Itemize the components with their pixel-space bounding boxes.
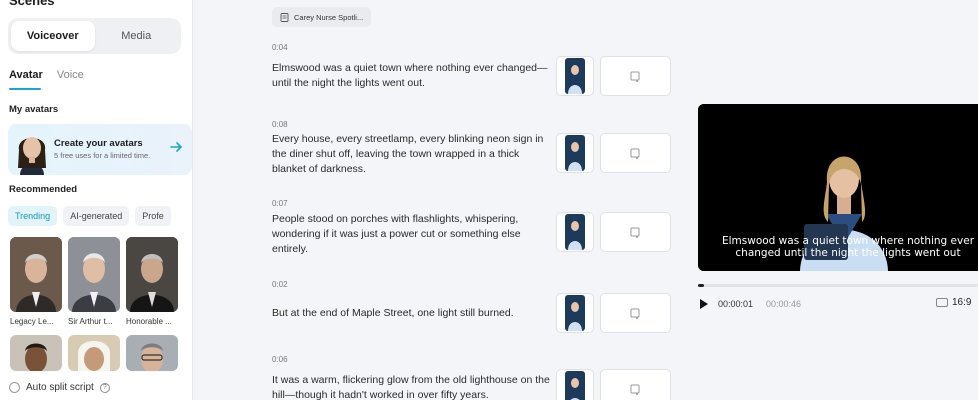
add-media-button[interactable] [600, 293, 671, 333]
scene-avatar-thumbnail[interactable] [556, 212, 594, 252]
add-media-button[interactable] [600, 369, 671, 400]
avatar-name: Sir Arthur t... [68, 317, 113, 326]
avatar-portrait-icon [126, 237, 178, 312]
chip-professional[interactable]: Profe [135, 206, 171, 226]
playback-progress-fill [698, 284, 704, 287]
script-file-label: Carey Nurse Spotli... [294, 12, 364, 22]
add-media-button[interactable] [600, 56, 671, 96]
avatar-name: Honorable ... [126, 317, 172, 326]
document-icon [280, 12, 289, 22]
auto-split-radio[interactable] [9, 382, 20, 393]
avatar-portrait-icon [565, 295, 585, 331]
scene-script-text[interactable]: Every house, every streetlamp, every bli… [272, 132, 552, 177]
aspect-ratio-icon [936, 298, 948, 307]
scene-script-text[interactable]: People stood on porches with flashlights… [272, 212, 552, 257]
add-media-icon [630, 308, 640, 319]
active-tab-indicator [9, 88, 41, 90]
scene-avatar-thumbnail[interactable] [556, 369, 594, 400]
avatar-name: Legacy Le... [10, 317, 54, 326]
playback-progress-bar[interactable] [698, 284, 978, 287]
avatar-portrait-icon [68, 237, 120, 312]
scene-duration: 0:06 [272, 355, 288, 364]
scene-row[interactable]: 0:06 It was a warm, flickering glow from… [272, 355, 672, 400]
avatar-portrait-icon [565, 58, 585, 94]
arrow-right-icon [170, 142, 183, 152]
create-avatar-card[interactable]: Create your avatars 5 free uses for a li… [8, 124, 192, 175]
chip-trending[interactable]: Trending [8, 206, 58, 226]
video-caption: Elmswood was a quiet town where nothing … [721, 235, 975, 259]
scene-script-text[interactable]: But at the end of Maple Street, one ligh… [272, 306, 552, 321]
avatar-card-honorable[interactable] [126, 237, 178, 312]
scene-row[interactable]: 0:04 Elmswood was a quiet town where not… [272, 43, 672, 99]
avatar-portrait-icon [126, 335, 178, 371]
scene-duration: 0:02 [272, 280, 288, 289]
sidebar-title: Scenes [9, 0, 55, 8]
recommended-heading: Recommended [9, 184, 78, 195]
video-preview[interactable]: Elmswood was a quiet town where nothing … [698, 104, 978, 271]
create-avatar-title: Create your avatars [54, 138, 143, 149]
scene-script-text[interactable]: It was a warm, flickering glow from the … [272, 373, 552, 400]
auto-split-label: Auto split script [26, 382, 94, 393]
script-file-pill[interactable]: Carey Nurse Spotli... [272, 7, 372, 27]
scene-avatar-thumbnail[interactable] [556, 133, 594, 173]
avatar-voice-tabs: Avatar Voice [9, 69, 84, 81]
scene-avatar-thumbnail[interactable] [556, 56, 594, 96]
avatar-woman-icon [18, 137, 46, 175]
avatar-portrait-icon [565, 371, 585, 400]
tab-voice[interactable]: Voice [57, 69, 84, 81]
scene-script-text[interactable]: Elmswood was a quiet town where nothing … [272, 61, 552, 91]
add-media-button[interactable] [600, 133, 671, 173]
scenes-sidebar: Scenes Voiceover Media Avatar Voice My a… [0, 0, 193, 400]
add-media-button[interactable] [600, 212, 671, 252]
avatar-portrait-icon [68, 335, 120, 371]
add-media-icon [630, 227, 640, 238]
tab-voiceover[interactable]: Voiceover [11, 21, 95, 51]
avatar-card-sir-arthur[interactable] [68, 237, 120, 312]
scene-duration: 0:08 [272, 120, 288, 129]
scene-duration: 0:04 [272, 43, 288, 52]
scene-row[interactable]: 0:08 Every house, every streetlamp, ever… [272, 120, 672, 180]
play-icon[interactable] [700, 299, 708, 309]
create-avatar-subtitle: 5 free uses for a limited time. [54, 151, 151, 160]
avatar-portrait-icon [10, 335, 62, 371]
chip-ai-generated[interactable]: AI-generated [63, 206, 130, 226]
total-time: 00:00:46 [766, 299, 802, 309]
avatar-card-legacy[interactable] [10, 237, 62, 312]
aspect-ratio-button[interactable]: 16:9 [936, 297, 971, 308]
auto-split-option[interactable]: Auto split script ? [9, 382, 110, 393]
add-media-icon [630, 71, 640, 82]
aspect-ratio-label: 16:9 [952, 297, 972, 308]
avatar-portrait-icon [10, 237, 62, 312]
voiceover-media-toggle: Voiceover Media [8, 18, 181, 54]
scene-duration: 0:07 [272, 199, 288, 208]
avatar-card[interactable] [10, 335, 62, 371]
my-avatars-heading: My avatars [9, 104, 59, 115]
add-media-icon [630, 148, 640, 159]
scene-avatar-thumbnail[interactable] [556, 293, 594, 333]
current-time: 00:00:01 [718, 299, 754, 309]
help-icon[interactable]: ? [99, 382, 110, 393]
avatar-portrait-icon [565, 214, 585, 250]
avatar-card[interactable] [126, 335, 178, 371]
avatar-portrait-icon [565, 135, 585, 171]
scene-row[interactable]: 0:02 But at the end of Maple Street, one… [272, 280, 672, 336]
add-media-icon [630, 384, 640, 395]
tab-media[interactable]: Media [95, 21, 179, 51]
avatar-filter-chips: Trending AI-generated Profe [8, 206, 171, 226]
avatar-card[interactable] [68, 335, 120, 371]
scene-row[interactable]: 0:07 People stood on porches with flashl… [272, 199, 672, 259]
player-controls: 00:00:01 00:00:46 16:9 [698, 297, 978, 313]
tab-avatar[interactable]: Avatar [9, 69, 43, 81]
